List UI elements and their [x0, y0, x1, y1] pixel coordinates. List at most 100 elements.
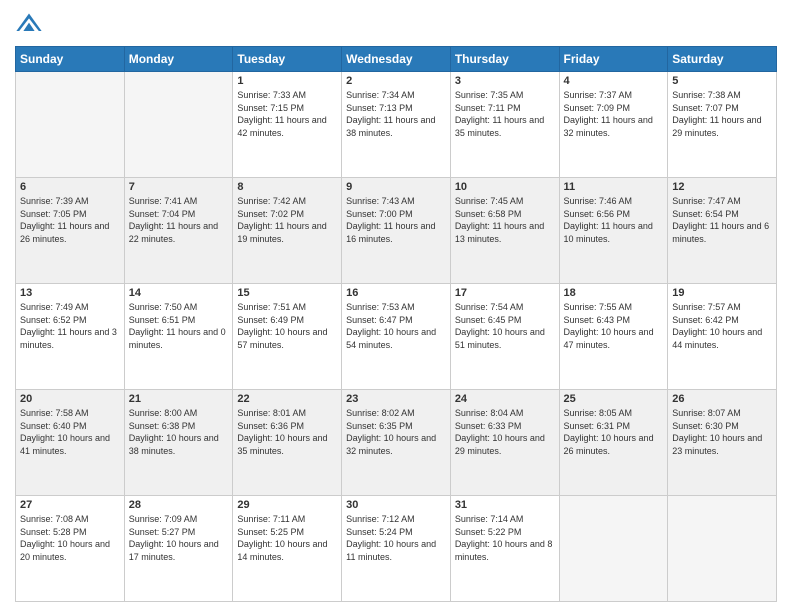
cell-content: Sunrise: 8:05 AMSunset: 6:31 PMDaylight:… — [564, 407, 664, 457]
col-header-wednesday: Wednesday — [342, 47, 451, 72]
day-cell: 29 Sunrise: 7:11 AMSunset: 5:25 PMDayligh… — [233, 496, 342, 602]
cell-content: Sunrise: 7:11 AMSunset: 5:25 PMDaylight:… — [237, 513, 337, 563]
day-cell: 10 Sunrise: 7:45 AMSunset: 6:58 PMDayligh… — [450, 178, 559, 284]
day-number: 31 — [455, 499, 555, 511]
day-number: 2 — [346, 75, 446, 87]
day-cell — [124, 72, 233, 178]
day-number: 24 — [455, 393, 555, 405]
cell-content: Sunrise: 7:35 AMSunset: 7:11 PMDaylight:… — [455, 89, 555, 139]
day-cell: 14 Sunrise: 7:50 AMSunset: 6:51 PMDayligh… — [124, 284, 233, 390]
cell-content: Sunrise: 7:08 AMSunset: 5:28 PMDaylight:… — [20, 513, 120, 563]
day-cell: 9 Sunrise: 7:43 AMSunset: 7:00 PMDaylight… — [342, 178, 451, 284]
day-cell: 15 Sunrise: 7:51 AMSunset: 6:49 PMDayligh… — [233, 284, 342, 390]
week-row-2: 6 Sunrise: 7:39 AMSunset: 7:05 PMDaylight… — [16, 178, 777, 284]
week-row-5: 27Sunrise: 7:08 AMSunset: 5:28 PMDayligh… — [16, 496, 777, 602]
day-number: 20 — [20, 393, 120, 405]
day-number: 6 — [20, 181, 120, 193]
logo — [15, 10, 47, 38]
week-row-1: 1 Sunrise: 7:33 AMSunset: 7:15 PMDaylight… — [16, 72, 777, 178]
cell-content: Sunrise: 7:58 AMSunset: 6:40 PMDaylight:… — [20, 407, 120, 457]
day-cell: 19 Sunrise: 7:57 AMSunset: 6:42 PMDayligh… — [668, 284, 777, 390]
calendar-table: SundayMondayTuesdayWednesdayThursdayFrid… — [15, 46, 777, 602]
day-cell: 23 Sunrise: 8:02 AMSunset: 6:35 PMDayligh… — [342, 390, 451, 496]
day-number: 17 — [455, 287, 555, 299]
day-cell: 4 Sunrise: 7:37 AMSunset: 7:09 PMDaylight… — [559, 72, 668, 178]
col-header-sunday: Sunday — [16, 47, 125, 72]
cell-content: Sunrise: 8:04 AMSunset: 6:33 PMDaylight:… — [455, 407, 555, 457]
day-cell: 21 Sunrise: 8:00 AMSunset: 6:38 PMDayligh… — [124, 390, 233, 496]
day-number: 1 — [237, 75, 337, 87]
day-cell: 5Sunrise: 7:38 AMSunset: 7:07 PMDaylight… — [668, 72, 777, 178]
cell-content: Sunrise: 7:53 AMSunset: 6:47 PMDaylight:… — [346, 301, 446, 351]
day-number: 8 — [237, 181, 337, 193]
day-number: 29 — [237, 499, 337, 511]
day-cell: 8 Sunrise: 7:42 AMSunset: 7:02 PMDaylight… — [233, 178, 342, 284]
day-cell: 28 Sunrise: 7:09 AMSunset: 5:27 PMDayligh… — [124, 496, 233, 602]
cell-content: Sunrise: 7:47 AMSunset: 6:54 PMDaylight:… — [672, 195, 772, 245]
day-number: 18 — [564, 287, 664, 299]
cell-content: Sunrise: 7:51 AMSunset: 6:49 PMDaylight:… — [237, 301, 337, 351]
cell-content: Sunrise: 7:46 AMSunset: 6:56 PMDaylight:… — [564, 195, 664, 245]
col-header-monday: Monday — [124, 47, 233, 72]
header-row: SundayMondayTuesdayWednesdayThursdayFrid… — [16, 47, 777, 72]
cell-content: Sunrise: 7:50 AMSunset: 6:51 PMDaylight:… — [129, 301, 229, 351]
week-row-3: 13Sunrise: 7:49 AMSunset: 6:52 PMDayligh… — [16, 284, 777, 390]
cell-content: Sunrise: 7:12 AMSunset: 5:24 PMDaylight:… — [346, 513, 446, 563]
day-cell: 25 Sunrise: 8:05 AMSunset: 6:31 PMDayligh… — [559, 390, 668, 496]
day-number: 19 — [672, 287, 772, 299]
cell-content: Sunrise: 7:09 AMSunset: 5:27 PMDaylight:… — [129, 513, 229, 563]
day-cell: 12 Sunrise: 7:47 AMSunset: 6:54 PMDayligh… — [668, 178, 777, 284]
day-number: 22 — [237, 393, 337, 405]
day-number: 10 — [455, 181, 555, 193]
day-cell: 17 Sunrise: 7:54 AMSunset: 6:45 PMDayligh… — [450, 284, 559, 390]
day-number: 16 — [346, 287, 446, 299]
day-cell: 30 Sunrise: 7:12 AMSunset: 5:24 PMDayligh… — [342, 496, 451, 602]
day-number: 3 — [455, 75, 555, 87]
day-number: 30 — [346, 499, 446, 511]
day-number: 5 — [672, 75, 772, 87]
col-header-saturday: Saturday — [668, 47, 777, 72]
day-number: 13 — [20, 287, 120, 299]
day-cell: 7 Sunrise: 7:41 AMSunset: 7:04 PMDaylight… — [124, 178, 233, 284]
day-cell: 2 Sunrise: 7:34 AMSunset: 7:13 PMDaylight… — [342, 72, 451, 178]
header — [15, 10, 777, 38]
day-number: 9 — [346, 181, 446, 193]
cell-content: Sunrise: 7:57 AMSunset: 6:42 PMDaylight:… — [672, 301, 772, 351]
day-number: 26 — [672, 393, 772, 405]
day-number: 11 — [564, 181, 664, 193]
cell-content: Sunrise: 7:34 AMSunset: 7:13 PMDaylight:… — [346, 89, 446, 139]
day-cell: 20 Sunrise: 7:58 AMSunset: 6:40 PMDayligh… — [16, 390, 125, 496]
day-number: 14 — [129, 287, 229, 299]
logo-icon — [15, 10, 43, 38]
cell-content: Sunrise: 7:43 AMSunset: 7:00 PMDaylight:… — [346, 195, 446, 245]
day-number: 28 — [129, 499, 229, 511]
cell-content: Sunrise: 7:37 AMSunset: 7:09 PMDaylight:… — [564, 89, 664, 139]
day-number: 21 — [129, 393, 229, 405]
cell-content: Sunrise: 7:55 AMSunset: 6:43 PMDaylight:… — [564, 301, 664, 351]
day-cell: 13Sunrise: 7:49 AMSunset: 6:52 PMDayligh… — [16, 284, 125, 390]
day-number: 4 — [564, 75, 664, 87]
week-row-4: 20 Sunrise: 7:58 AMSunset: 6:40 PMDayligh… — [16, 390, 777, 496]
cell-content: Sunrise: 8:02 AMSunset: 6:35 PMDaylight:… — [346, 407, 446, 457]
day-number: 12 — [672, 181, 772, 193]
col-header-tuesday: Tuesday — [233, 47, 342, 72]
cell-content: Sunrise: 7:54 AMSunset: 6:45 PMDaylight:… — [455, 301, 555, 351]
cell-content: Sunrise: 7:45 AMSunset: 6:58 PMDaylight:… — [455, 195, 555, 245]
day-cell: 3 Sunrise: 7:35 AMSunset: 7:11 PMDaylight… — [450, 72, 559, 178]
cell-content: Sunrise: 8:00 AMSunset: 6:38 PMDaylight:… — [129, 407, 229, 457]
day-cell: 24 Sunrise: 8:04 AMSunset: 6:33 PMDayligh… — [450, 390, 559, 496]
cell-content: Sunrise: 7:42 AMSunset: 7:02 PMDaylight:… — [237, 195, 337, 245]
cell-content: Sunrise: 8:07 AMSunset: 6:30 PMDaylight:… — [672, 407, 772, 457]
col-header-friday: Friday — [559, 47, 668, 72]
day-cell: 27Sunrise: 7:08 AMSunset: 5:28 PMDayligh… — [16, 496, 125, 602]
day-number: 7 — [129, 181, 229, 193]
cell-content: Sunrise: 7:33 AMSunset: 7:15 PMDaylight:… — [237, 89, 337, 139]
day-number: 25 — [564, 393, 664, 405]
cell-content: Sunrise: 7:41 AMSunset: 7:04 PMDaylight:… — [129, 195, 229, 245]
cell-content: Sunrise: 7:39 AMSunset: 7:05 PMDaylight:… — [20, 195, 120, 245]
day-number: 23 — [346, 393, 446, 405]
day-cell: 18 Sunrise: 7:55 AMSunset: 6:43 PMDayligh… — [559, 284, 668, 390]
day-cell: 1 Sunrise: 7:33 AMSunset: 7:15 PMDaylight… — [233, 72, 342, 178]
day-number: 15 — [237, 287, 337, 299]
day-cell: 6 Sunrise: 7:39 AMSunset: 7:05 PMDaylight… — [16, 178, 125, 284]
